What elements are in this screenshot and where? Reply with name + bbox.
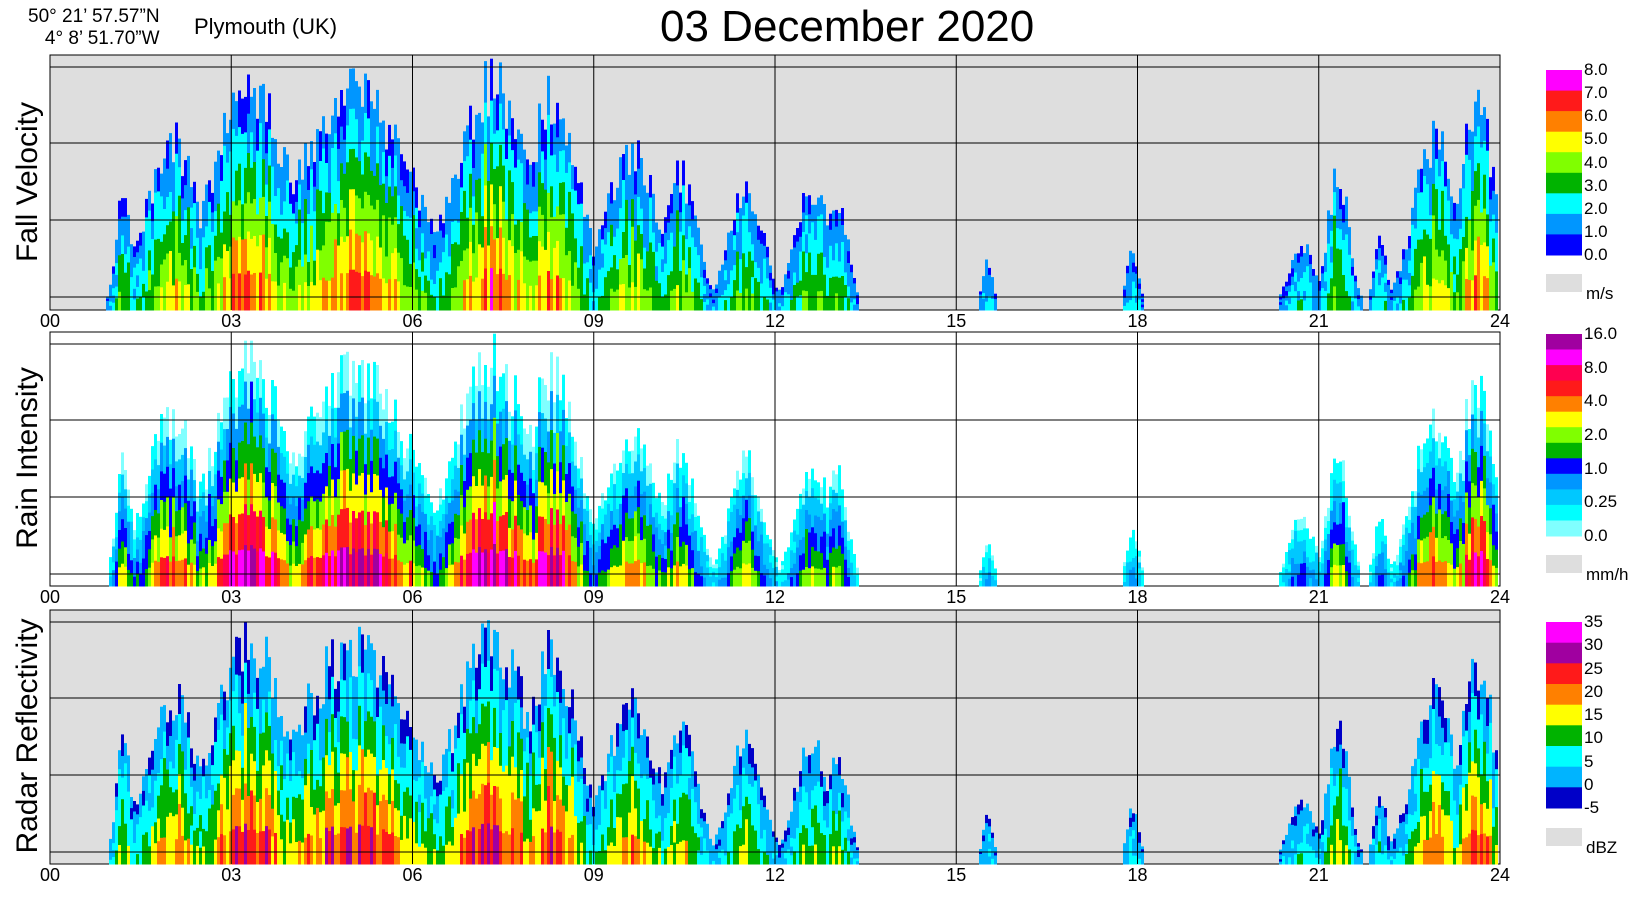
chart-canvas [49, 54, 1582, 865]
colorbar-swatch [1546, 766, 1582, 788]
colorbar-swatch [1546, 458, 1582, 475]
colorbar-swatch [1546, 334, 1582, 350]
colorbar-swatch [1546, 787, 1582, 809]
colorbar-swatch [1546, 380, 1582, 397]
colorbar-swatch [1546, 396, 1582, 413]
colorbar [1546, 70, 1582, 292]
colorbar-swatch [1546, 704, 1582, 726]
colorbar-swatch [1546, 473, 1582, 490]
colorbar-swatch [1546, 131, 1582, 153]
colorbar-swatch [1546, 684, 1582, 706]
colorbar-swatch [1546, 746, 1582, 768]
colorbar-swatch [1546, 365, 1582, 382]
colorbar-swatch [1546, 213, 1582, 235]
colorbar [1546, 622, 1582, 846]
colorbar-swatch [1546, 172, 1582, 194]
colorbar-swatch [1546, 234, 1582, 256]
colorbar-swatch [1546, 70, 1582, 92]
colorbar-swatch [1546, 90, 1582, 112]
no-data-swatch [1546, 555, 1582, 573]
colorbar-swatch [1546, 111, 1582, 133]
no-data-swatch [1546, 828, 1582, 846]
no-data-swatch [1546, 274, 1582, 292]
panel-2 [49, 331, 1582, 587]
colorbar-swatch [1546, 411, 1582, 428]
colorbar-swatch [1546, 725, 1582, 747]
colorbar-swatch [1546, 642, 1582, 664]
colorbar-swatch [1546, 427, 1582, 444]
colorbar-swatch [1546, 504, 1582, 521]
colorbar-swatch [1546, 349, 1582, 366]
colorbar-swatch [1546, 442, 1582, 459]
colorbar [1546, 334, 1582, 573]
colorbar-swatch [1546, 489, 1582, 506]
colorbar-swatch [1546, 520, 1582, 537]
colorbar-swatch [1546, 152, 1582, 174]
colorbar-swatch [1546, 663, 1582, 685]
colorbar-swatch [1546, 622, 1582, 644]
colorbar-swatch [1546, 193, 1582, 215]
panel-3 [49, 609, 1582, 865]
panel-1 [49, 54, 1582, 311]
